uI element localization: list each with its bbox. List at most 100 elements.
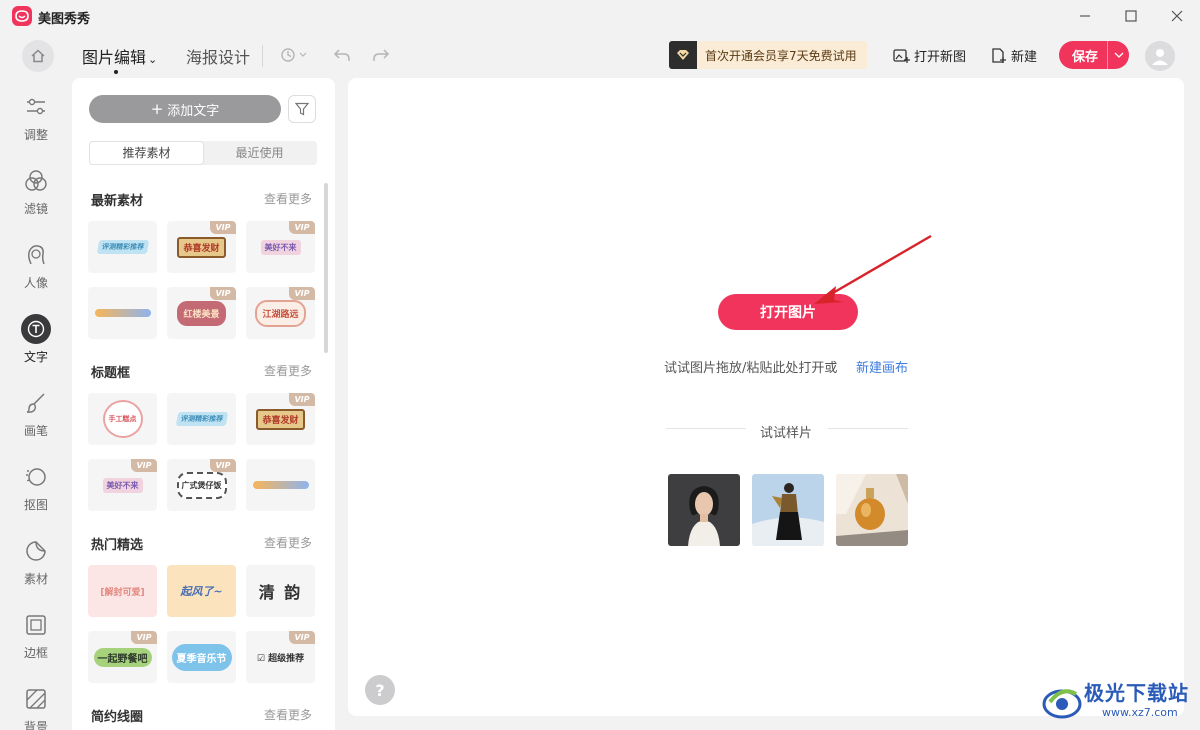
see-more-link[interactable]: 查看更多: [264, 362, 312, 379]
material-panel: + 添加文字 推荐素材 最近使用 最新素材 查看更多 评测精彩推荐 恭喜发财 VI…: [72, 78, 335, 730]
minimize-button[interactable]: [1070, 4, 1100, 28]
vip-tag: VIP: [131, 459, 157, 472]
add-text-label: 添加文字: [167, 103, 220, 119]
home-button[interactable]: [22, 40, 54, 72]
material-thumb[interactable]: 夏季音乐节: [167, 631, 236, 683]
frame-icon: [21, 610, 51, 640]
redo-icon: [373, 49, 390, 61]
rail-item-brush[interactable]: 画笔: [0, 376, 72, 446]
vip-tag: VIP: [210, 287, 236, 300]
material-thumb-text: 评测精彩推荐: [175, 412, 228, 426]
material-thumb[interactable]: 恭喜发财 VIP: [167, 221, 236, 273]
watermark-text: 极光下载站: [1084, 681, 1189, 705]
rail-item-sticker[interactable]: 素材: [0, 524, 72, 594]
rail-item-filter[interactable]: 滤镜: [0, 154, 72, 224]
save-options-chevron-icon[interactable]: [1107, 41, 1129, 69]
section-title: 最新素材: [91, 194, 144, 209]
new-button[interactable]: 新建: [991, 46, 1037, 65]
title-bar: 美图秀秀: [0, 0, 1200, 34]
close-button[interactable]: [1162, 4, 1192, 28]
material-thumb-text: 一起野餐吧: [93, 647, 152, 667]
user-avatar[interactable]: [1145, 41, 1175, 71]
background-icon: [21, 684, 51, 714]
open-new-image-button[interactable]: 打开新图: [893, 46, 966, 65]
text-icon: [21, 314, 51, 344]
rail-item-portrait[interactable]: 人像: [0, 228, 72, 298]
add-text-button[interactable]: + 添加文字: [89, 95, 281, 123]
material-thumb[interactable]: [解封可爱]: [88, 565, 157, 617]
fashion-woman-sample[interactable]: [752, 474, 824, 546]
material-thumb[interactable]: 广式煲仔饭 VIP: [167, 459, 236, 511]
brush-icon: [21, 388, 51, 418]
material-thumb[interactable]: 恭喜发财 VIP: [246, 393, 315, 445]
rail-item-frame[interactable]: 边框: [0, 598, 72, 668]
app-logo-icon: [12, 6, 32, 26]
material-thumb-text: 恭喜发财: [177, 236, 226, 258]
material-thumb[interactable]: 江湖路远 VIP: [246, 287, 315, 339]
panel-scrollbar[interactable]: [324, 183, 328, 353]
material-thumb[interactable]: ☑ 超级推荐 VIP: [246, 631, 315, 683]
app-title: 美图秀秀: [38, 12, 91, 27]
maximize-button[interactable]: [1116, 4, 1146, 28]
vip-tag: VIP: [131, 631, 157, 644]
tab-recommended[interactable]: 推荐素材: [90, 142, 203, 164]
undo-icon: [333, 49, 350, 61]
portrait-icon: [21, 240, 51, 270]
vip-tag: VIP: [289, 631, 315, 644]
material-thumb[interactable]: [246, 459, 315, 511]
portrait-woman-sample[interactable]: [668, 474, 740, 546]
material-thumb[interactable]: 手工糕点: [88, 393, 157, 445]
tab-image-edit[interactable]: 图片编辑 ⌄: [82, 44, 157, 74]
history-button[interactable]: [280, 44, 308, 66]
vip-tag: VIP: [210, 221, 236, 234]
material-thumb[interactable]: 清 韵: [246, 565, 315, 617]
material-thumb[interactable]: 美好不来 VIP: [246, 221, 315, 273]
material-thumb-text: 评测精彩推荐: [96, 240, 149, 254]
rail-label: 滤镜: [23, 202, 48, 216]
material-thumb[interactable]: 美好不来 VIP: [88, 459, 157, 511]
redo-button[interactable]: [372, 44, 390, 66]
banner-sticker-graphic: [252, 481, 309, 489]
material-thumb[interactable]: 评测精彩推荐: [88, 221, 157, 273]
material-thumb-text: 广式煲仔饭: [176, 471, 227, 499]
material-thumb-text: 起风了~: [180, 585, 223, 598]
new-canvas-link[interactable]: 新建画布: [856, 357, 908, 376]
filter-circles-icon: [21, 166, 51, 196]
divider-left: [666, 428, 746, 429]
see-more-link[interactable]: 查看更多: [264, 706, 312, 723]
material-thumb-text: 恭喜发财: [256, 408, 305, 430]
perfume-sample[interactable]: [836, 474, 908, 546]
see-more-link[interactable]: 查看更多: [264, 190, 312, 207]
samples-label: 试试样片: [760, 426, 813, 441]
new-label: 新建: [1011, 50, 1038, 65]
rail-item-adjust[interactable]: 调整: [0, 80, 72, 150]
material-thumb[interactable]: 红楼美景 VIP: [167, 287, 236, 339]
vip-trial-banner[interactable]: 首次开通会员享7天免费试用: [669, 41, 867, 69]
history-icon: [281, 48, 307, 62]
save-button[interactable]: 保存: [1059, 46, 1107, 65]
filter-button[interactable]: [288, 95, 316, 123]
material-thumb[interactable]: 起风了~: [167, 565, 236, 617]
see-more-link[interactable]: 查看更多: [264, 534, 312, 551]
open-image-button[interactable]: 打开图片: [718, 294, 858, 330]
material-thumb[interactable]: [88, 287, 157, 339]
sliders-icon: [21, 92, 51, 122]
open-new-image-label: 打开新图: [914, 50, 967, 65]
rail-item-background[interactable]: 背景: [0, 672, 72, 730]
vip-banner-text: 首次开通会员享7天免费试用: [705, 48, 857, 63]
material-thumb[interactable]: 评测精彩推荐: [167, 393, 236, 445]
material-thumb[interactable]: 一起野餐吧 VIP: [88, 631, 157, 683]
rail-item-cutout[interactable]: 抠图: [0, 450, 72, 520]
undo-button[interactable]: [333, 44, 351, 66]
rail-label: 素材: [23, 572, 48, 586]
help-button[interactable]: ?: [365, 675, 395, 705]
canvas-area[interactable]: 打开图片 试试图片拖放/粘贴此处打开或 新建画布 试试样片 ?: [348, 78, 1184, 716]
tab-recent[interactable]: 最近使用: [203, 142, 316, 164]
vip-tag: VIP: [289, 221, 315, 234]
toolbar-divider: [262, 45, 263, 67]
section-title: 简约线圈: [91, 710, 144, 725]
material-tabs: 推荐素材 最近使用: [89, 141, 317, 165]
rail-label: 文字: [23, 350, 48, 364]
rail-item-text[interactable]: 文字: [0, 302, 72, 372]
tab-poster-design[interactable]: 海报设计: [186, 44, 250, 68]
